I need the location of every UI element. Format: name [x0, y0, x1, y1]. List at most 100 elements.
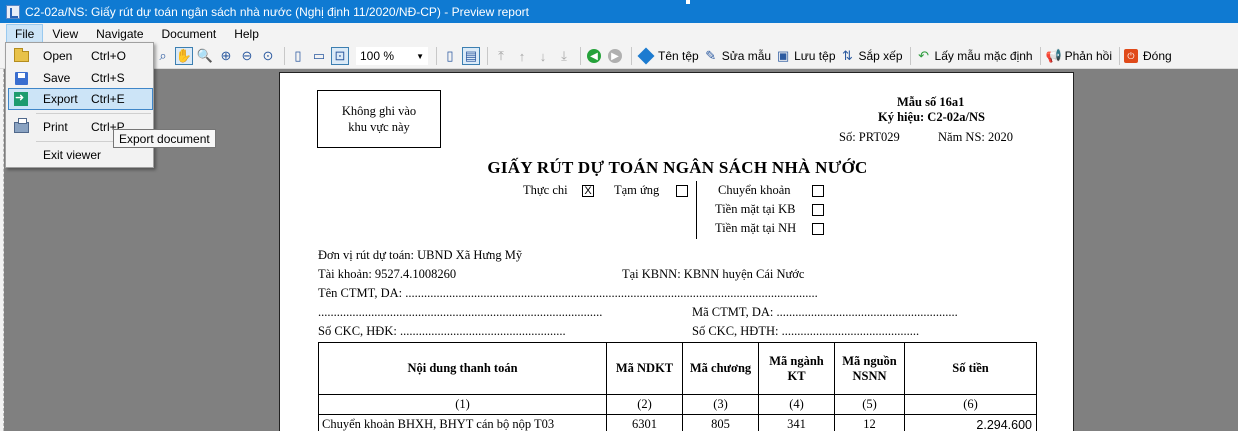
export-icon — [12, 91, 30, 107]
toolbar-separator — [1118, 47, 1120, 65]
dong-button[interactable]: ⏻ Đóng — [1123, 46, 1172, 66]
note-box-line-2: khu vực này — [348, 120, 410, 134]
file-menu-dropdown: Open Ctrl+O Save Ctrl+S Export Ctrl+E Pr… — [5, 42, 154, 168]
header-ma-nganh: Mã ngành KT — [758, 342, 835, 395]
note-box-line-1: Không ghi vào — [341, 104, 417, 118]
ten-tep-label: Tên tệp — [658, 49, 699, 63]
zoom-value: 100 % — [360, 49, 395, 63]
menu-help[interactable]: Help — [225, 24, 268, 44]
menu-item-save[interactable]: Save Ctrl+S — [8, 67, 153, 89]
menu-document[interactable]: Document — [153, 24, 226, 44]
last-page-icon[interactable]: ⤓ — [555, 47, 573, 65]
table-number-row: (1) (2) (3) (4) (5) (6) — [318, 394, 1037, 415]
title-bar-marker — [686, 0, 690, 4]
col-number: (6) — [904, 394, 1037, 415]
next-page-icon[interactable]: ↓ — [534, 47, 552, 65]
toolbar-separator — [631, 47, 632, 65]
lay-mau-label: Lấy mẫu mặc định — [934, 49, 1033, 63]
megaphone-icon: 📢 — [1045, 48, 1062, 63]
menu-separator — [36, 113, 151, 114]
tien-mat-kb-checkbox[interactable] — [812, 204, 824, 216]
actual-size-icon[interactable]: ⊡ — [331, 47, 349, 65]
header-noi-dung: Nội dung thanh toán — [318, 342, 607, 395]
menu-item-shortcut: Ctrl+S — [91, 71, 125, 85]
zoom-out-icon[interactable]: ⊖ — [238, 47, 256, 65]
hand-tool-icon[interactable]: ✋ — [175, 47, 193, 65]
table-header-row: Nội dung thanh toán Mã NDKT Mã chương Mã… — [318, 342, 1037, 395]
menu-navigate[interactable]: Navigate — [87, 24, 152, 44]
export-tooltip: Export document — [113, 129, 216, 148]
chevron-down-icon: ▼ — [416, 51, 424, 61]
info-icon — [637, 47, 655, 65]
page-width-icon[interactable]: ▯ — [289, 47, 307, 65]
cell-ma-nguon: 12 — [834, 414, 905, 431]
phan-hoi-button[interactable]: 📢 Phản hồi — [1045, 46, 1112, 66]
print-icon — [12, 117, 30, 135]
back-icon[interactable]: ◀ — [587, 49, 601, 63]
edit-icon: ✎ — [705, 48, 717, 63]
cell-ma-ndkt: 6301 — [606, 414, 683, 431]
note-box: Không ghi vào khu vực này — [317, 90, 441, 148]
form-number: Mẫu số 16a1 — [897, 95, 965, 109]
menu-item-export[interactable]: Export Ctrl+E — [8, 88, 153, 110]
col-number: (4) — [758, 394, 835, 415]
multi-page-icon[interactable]: ▤ — [462, 47, 480, 65]
open-folder-icon — [12, 47, 30, 64]
thuc-chi-label: Thực chi — [523, 183, 568, 197]
menu-bar: File View Navigate Document Help — [0, 23, 1238, 44]
cell-ma-chuong: 805 — [682, 414, 759, 431]
toolbar-separator — [1039, 47, 1041, 65]
table-row: Chuyển khoản BHXH, BHYT cán bộ nộp T03 6… — [318, 414, 1037, 431]
app-icon — [6, 4, 20, 19]
zoom-dropdown[interactable]: 100 % ▼ — [356, 47, 428, 65]
lay-mau-button[interactable]: ↶ Lấy mẫu mặc định — [915, 46, 1033, 66]
menu-item-open[interactable]: Open Ctrl+O — [8, 45, 153, 67]
chuyen-khoan-checkbox[interactable] — [812, 185, 824, 197]
window-title: C2-02a/NS: Giấy rút dự toán ngân sách nh… — [25, 4, 529, 19]
cell-noi-dung: Chuyển khoản BHXH, BHYT cán bộ nộp T03 — [318, 414, 607, 431]
undo-icon: ↶ — [918, 48, 929, 63]
col-number: (2) — [606, 394, 683, 415]
luu-tep-button[interactable]: ▣ Lưu tệp — [774, 46, 836, 66]
phan-hoi-label: Phản hồi — [1064, 49, 1112, 63]
menu-item-label: Exit viewer — [43, 148, 102, 162]
thuc-chi-checkbox[interactable]: X — [582, 185, 594, 197]
tai-kbnn-line: Tại KBNN: KBNN huyện Cái Nước — [622, 267, 805, 281]
magnify-icon[interactable]: 🔍 — [196, 47, 214, 65]
save-icon: ▣ — [776, 48, 790, 63]
left-panel-edge[interactable] — [0, 69, 4, 431]
zoom-options-icon[interactable]: ⊙ — [259, 47, 277, 65]
luu-tep-label: Lưu tệp — [794, 49, 836, 63]
tien-mat-nh-checkbox[interactable] — [812, 223, 824, 235]
zoom-in-icon[interactable]: ⊕ — [217, 47, 235, 65]
menu-view[interactable]: View — [43, 24, 87, 44]
menu-item-shortcut: Ctrl+E — [91, 92, 125, 106]
sua-mau-button[interactable]: ✎ Sửa mẫu — [702, 46, 771, 66]
save-icon — [12, 70, 30, 86]
so-ckc-hdk-line: Số CKC, HĐK: ...........................… — [318, 324, 566, 338]
tai-khoan-line: Tài khoản: 9527.4.1008260 — [318, 267, 457, 281]
previous-page-icon[interactable]: ↑ — [513, 47, 531, 65]
header-so-tien: Số tiền — [904, 342, 1037, 395]
forward-icon[interactable]: ▶ — [608, 49, 622, 63]
tam-ung-label: Tạm ứng — [614, 183, 660, 197]
ma-ctmt-line: Mã CTMT, DA: ...........................… — [692, 305, 958, 319]
single-page-icon[interactable]: ▯ — [441, 47, 459, 65]
first-page-icon[interactable]: ⤒ — [492, 47, 510, 65]
whole-page-icon[interactable]: ▭ — [310, 47, 328, 65]
sua-mau-label: Sửa mẫu — [721, 49, 772, 63]
title-bar: C2-02a/NS: Giấy rút dự toán ngân sách nh… — [0, 0, 1238, 23]
ten-tep-button[interactable]: Tên tệp — [636, 46, 699, 66]
col-number: (1) — [318, 394, 607, 415]
tien-mat-nh-label: Tiền mặt tại NH — [715, 221, 797, 235]
tam-ung-checkbox[interactable] — [676, 185, 688, 197]
budget-year: Năm NS: 2020 — [938, 130, 1013, 144]
menu-item-shortcut: Ctrl+O — [91, 49, 127, 63]
power-icon: ⏻ — [1123, 49, 1138, 63]
sap-xep-button[interactable]: ⇅ Sắp xếp — [839, 46, 903, 66]
menu-file[interactable]: File — [6, 23, 44, 44]
blank-dotted-line: ........................................… — [318, 305, 603, 319]
sap-xep-label: Sắp xếp — [858, 49, 903, 63]
zoom-tool-icon[interactable]: ⌕ — [154, 47, 172, 65]
toolbar-separator — [487, 47, 488, 65]
